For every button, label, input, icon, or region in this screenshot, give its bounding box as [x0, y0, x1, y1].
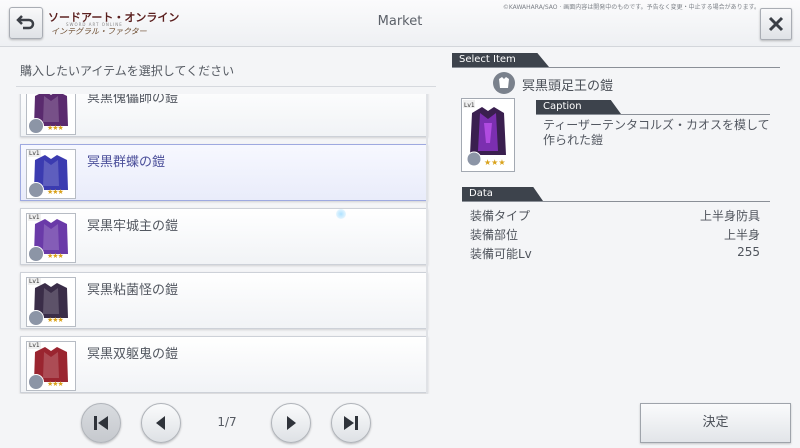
- prev-icon: [156, 416, 165, 430]
- page-indicator: 1/7: [217, 415, 237, 429]
- level-badge: Lv1: [28, 214, 41, 221]
- data-label: Data: [462, 187, 543, 201]
- skip-first-icon: [94, 416, 108, 430]
- data-row: 装備タイプ 上半身防具: [470, 207, 760, 225]
- data-row: 装備可能Lv 255: [470, 245, 760, 263]
- armor-type-icon: [28, 246, 44, 262]
- instruction-text: 購入したいアイテムを選択してください: [20, 64, 235, 78]
- selected-item-image: ★★★ Lv1: [461, 98, 515, 172]
- data-key: 装備タイプ: [470, 209, 531, 223]
- caption-label: Caption: [536, 100, 621, 114]
- prev-page-button[interactable]: [141, 403, 181, 443]
- section-rule: [452, 67, 780, 68]
- armor-icon: Lv1 ★★★: [26, 213, 76, 263]
- armor-icon: Lv1 ★★★: [26, 277, 76, 327]
- list-item[interactable]: Lv1★★★ 冥黒傀儡師の鎧: [20, 94, 428, 137]
- list-item[interactable]: Lv1 ★★★ 冥黒牢城主の鎧: [20, 208, 428, 265]
- list-item-name: 冥黒牢城主の鎧: [87, 219, 179, 234]
- rarity-stars-icon: ★★★: [47, 124, 64, 132]
- page-title: Market: [377, 14, 423, 29]
- armor-type-icon: [28, 182, 44, 198]
- rarity-stars-icon: ★★★: [47, 188, 64, 196]
- rarity-stars-icon: ★★★: [47, 316, 64, 324]
- armor-type-icon: [28, 310, 44, 326]
- list-item[interactable]: Lv1 ★★★ 冥黒双躯鬼の鎧: [20, 336, 428, 393]
- scrollbar[interactable]: [426, 94, 428, 394]
- section-rule: [462, 201, 770, 202]
- data-value: 上半身: [723, 228, 760, 242]
- armor-type-icon: [28, 374, 44, 390]
- data-row: 装備部位 上半身: [470, 226, 760, 244]
- armor-icon: Lv1★★★: [26, 94, 76, 135]
- level-badge: Lv1: [28, 278, 41, 285]
- armor-icon: Lv1 ★★★: [26, 341, 76, 391]
- skip-last-icon: [344, 416, 358, 430]
- close-icon: [768, 16, 784, 32]
- divider: [16, 86, 436, 87]
- header-bar: ソードアート・オンライン SWORD ART ONLINE インテグラル・ファク…: [0, 0, 800, 47]
- list-item[interactable]: Lv1 ★★★ 冥黒群蝶の鎧: [20, 144, 428, 201]
- item-caption: ティーザーテンタコルズ・カオスを模して作られた鎧: [543, 118, 770, 147]
- next-icon: [287, 416, 296, 430]
- sparkle-effect: [336, 209, 346, 219]
- list-item[interactable]: Lv1 ★★★ 冥黒粘菌怪の鎧: [20, 272, 428, 329]
- armor-icon: Lv1 ★★★: [26, 149, 76, 199]
- copyright-text: ©KAWAHARA/SAO · 画面内容は開発中のものです。予告なく変更・中止す…: [502, 4, 760, 11]
- next-page-button[interactable]: [271, 403, 311, 443]
- data-value: 255: [737, 245, 760, 259]
- data-value: 上半身防具: [699, 209, 760, 223]
- selected-item-name: 冥黒頭足王の鎧: [522, 79, 614, 94]
- close-button[interactable]: [760, 8, 792, 40]
- armor-type-icon: [28, 118, 44, 134]
- data-key: 装備可能Lv: [470, 247, 532, 261]
- rarity-stars-icon: ★★★: [47, 380, 64, 388]
- list-item-name: 冥黒傀儡師の鎧: [87, 94, 179, 106]
- data-key: 装備部位: [470, 228, 519, 242]
- svg-text:★★★: ★★★: [484, 158, 506, 167]
- list-item-name: 冥黒双躯鬼の鎧: [87, 347, 179, 362]
- section-rule: [536, 114, 770, 115]
- list-item-name: 冥黒群蝶の鎧: [87, 155, 166, 170]
- first-page-button[interactable]: [81, 403, 121, 443]
- confirm-button[interactable]: 決定: [640, 403, 791, 443]
- level-badge: Lv1: [28, 342, 41, 349]
- level-badge: Lv1: [28, 150, 41, 157]
- item-list[interactable]: Lv1★★★冥黒傀儡師の鎧Lv1★★★冥黒群蝶の鎧Lv1★★★冥黒牢城主の鎧Lv…: [16, 94, 436, 394]
- list-item-name: 冥黒粘菌怪の鎧: [87, 283, 179, 298]
- rarity-stars-icon: ★★★: [47, 252, 64, 260]
- select-item-label: Select Item: [452, 53, 549, 67]
- armor-category-icon: [493, 72, 515, 94]
- svg-text:Lv1: Lv1: [464, 102, 475, 109]
- last-page-button[interactable]: [331, 403, 371, 443]
